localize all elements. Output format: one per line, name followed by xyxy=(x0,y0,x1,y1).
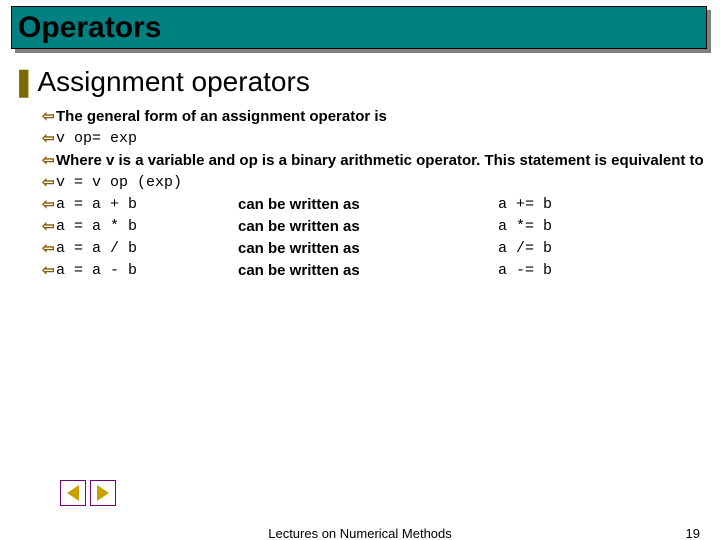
example-lhs: a = a + b xyxy=(56,194,238,216)
arrow-left-icon: ⇦ xyxy=(42,238,56,260)
intro-text: The general form of an assignment operat… xyxy=(56,106,387,128)
examples-table: ⇦ a = a + b can be written as a += b ⇦ a… xyxy=(42,194,708,282)
nav-buttons xyxy=(60,480,116,506)
content-area: ❚ Assignment operators ⇦ The general for… xyxy=(12,66,708,282)
table-row: ⇦ a = a - b can be written as a -= b xyxy=(42,260,708,282)
example-lhs: a = a * b xyxy=(56,216,238,238)
example-lhs: a = a - b xyxy=(56,260,238,282)
prev-slide-button[interactable] xyxy=(60,480,86,506)
arrow-left-icon: ⇦ xyxy=(42,216,56,238)
example-mid: can be written as xyxy=(238,238,498,260)
title-box: Operators xyxy=(11,6,707,49)
bullet-expand: ⇦ v = v op (exp) xyxy=(42,172,708,194)
heading-text: Assignment operators xyxy=(37,66,309,98)
example-rhs: a *= b xyxy=(498,216,638,238)
arrow-left-icon: ⇦ xyxy=(42,106,56,128)
bullet-form: ⇦ v op= exp xyxy=(42,128,708,150)
example-mid: can be written as xyxy=(238,216,498,238)
table-row: ⇦ a = a * b can be written as a *= b xyxy=(42,216,708,238)
example-rhs: a -= b xyxy=(498,260,638,282)
where-text: Where v is a variable and op is a binary… xyxy=(56,150,704,172)
footer-center-text: Lectures on Numerical Methods xyxy=(0,526,720,540)
arrow-left-icon: ⇦ xyxy=(42,128,56,150)
expand-code: v = v op (exp) xyxy=(56,172,182,194)
body-block: ⇦ The general form of an assignment oper… xyxy=(42,106,708,194)
example-rhs: a += b xyxy=(498,194,638,216)
form-code: v op= exp xyxy=(56,128,137,150)
bullet-where: ⇦ Where v is a variable and op is a bina… xyxy=(42,150,708,172)
triangle-right-icon xyxy=(97,485,109,501)
arrow-left-icon: ⇦ xyxy=(42,194,56,216)
example-lhs: a = a / b xyxy=(56,238,238,260)
arrow-left-icon: ⇦ xyxy=(42,260,56,282)
heading-bullet-icon: ❚ xyxy=(12,66,35,98)
example-rhs: a /= b xyxy=(498,238,638,260)
arrow-left-icon: ⇦ xyxy=(42,150,56,172)
table-row: ⇦ a = a / b can be written as a /= b xyxy=(42,238,708,260)
example-mid: can be written as xyxy=(238,194,498,216)
slide-title: Operators xyxy=(18,11,161,45)
arrow-left-icon: ⇦ xyxy=(42,172,56,194)
bullet-intro: ⇦ The general form of an assignment oper… xyxy=(42,106,708,128)
example-mid: can be written as xyxy=(238,260,498,282)
page-number: 19 xyxy=(686,526,700,540)
triangle-left-icon xyxy=(67,485,79,501)
table-row: ⇦ a = a + b can be written as a += b xyxy=(42,194,708,216)
slide: Operators ❚ Assignment operators ⇦ The g… xyxy=(0,0,720,540)
heading-row: ❚ Assignment operators xyxy=(12,66,708,98)
next-slide-button[interactable] xyxy=(90,480,116,506)
